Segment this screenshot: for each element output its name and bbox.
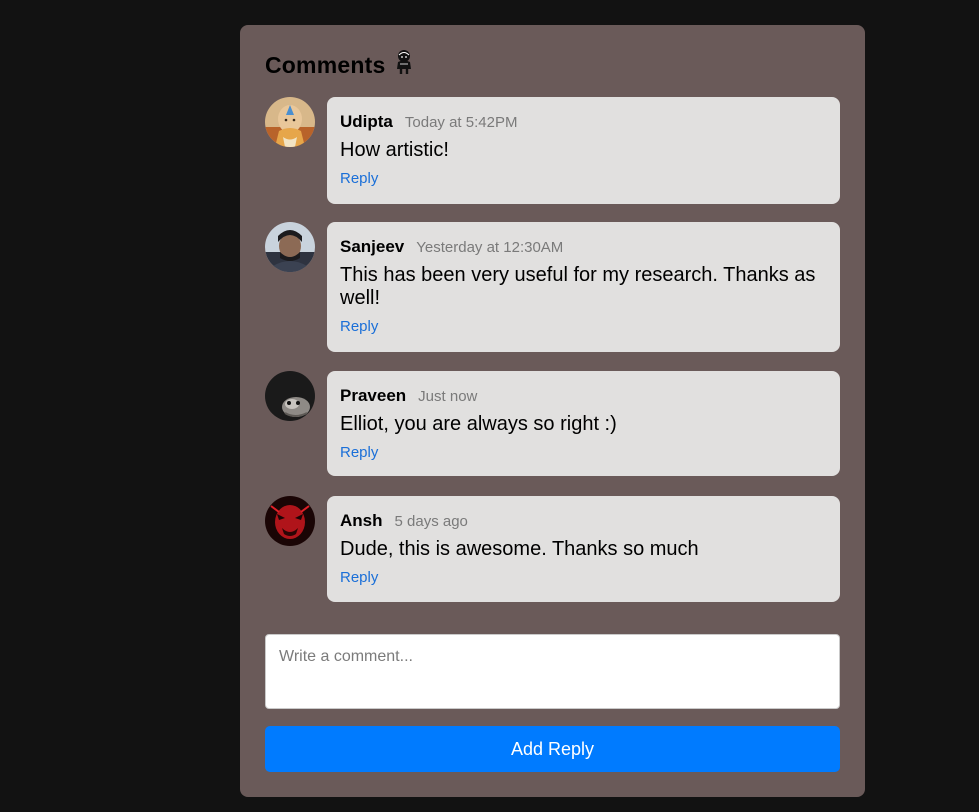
comment-author: Ansh — [340, 511, 383, 530]
page-title: Comments — [265, 51, 386, 78]
comment-text: This has been very useful for my researc… — [340, 264, 816, 309]
comment-text: How artistic! — [340, 139, 449, 161]
reply-link[interactable]: Reply — [340, 170, 378, 187]
comment-timestamp: Just now — [418, 388, 478, 405]
comment-meta: Sanjeev Yesterday at 12:30AM — [340, 237, 827, 259]
avatar — [265, 371, 315, 421]
comment-timestamp: 5 days ago — [394, 513, 468, 530]
comment-author: Udipta — [340, 112, 393, 131]
avatar — [265, 496, 315, 546]
comment-input[interactable] — [265, 634, 840, 709]
comment-author: Sanjeev — [340, 237, 405, 256]
comment-meta: Ansh 5 days ago — [340, 511, 827, 533]
comment-bubble: Sanjeev Yesterday at 12:30AM This has be… — [327, 222, 840, 352]
comment-bubble: Udipta Today at 5:42PM How artistic! Rep… — [327, 97, 840, 204]
reply-link[interactable]: Reply — [340, 444, 378, 461]
add-reply-button[interactable]: Add Reply — [265, 726, 840, 772]
comment-meta: Udipta Today at 5:42PM — [340, 112, 827, 134]
avatar — [265, 97, 315, 147]
comment-bubble: Praveen Just now Elliot, you are always … — [327, 371, 840, 476]
comment-text: Elliot, you are always so right :) — [340, 413, 617, 435]
comment-timestamp: Today at 5:42PM — [404, 114, 518, 131]
comment-bubble: Ansh 5 days ago Dude, this is awesome. T… — [327, 496, 840, 602]
comment-text: Dude, this is awesome. Thanks so much — [340, 538, 699, 560]
reply-link[interactable]: Reply — [340, 318, 378, 335]
comment-timestamp: Yesterday at 12:30AM — [416, 239, 564, 256]
comments-header: Comments — [265, 49, 415, 81]
person-avatar-icon — [393, 49, 415, 75]
reply-link[interactable]: Reply — [340, 569, 378, 586]
comments-panel: Comments Udipta Today at 5:42PM How arti… — [240, 25, 865, 797]
comment-meta: Praveen Just now — [340, 386, 827, 408]
comment-author: Praveen — [340, 386, 407, 405]
avatar — [265, 222, 315, 272]
